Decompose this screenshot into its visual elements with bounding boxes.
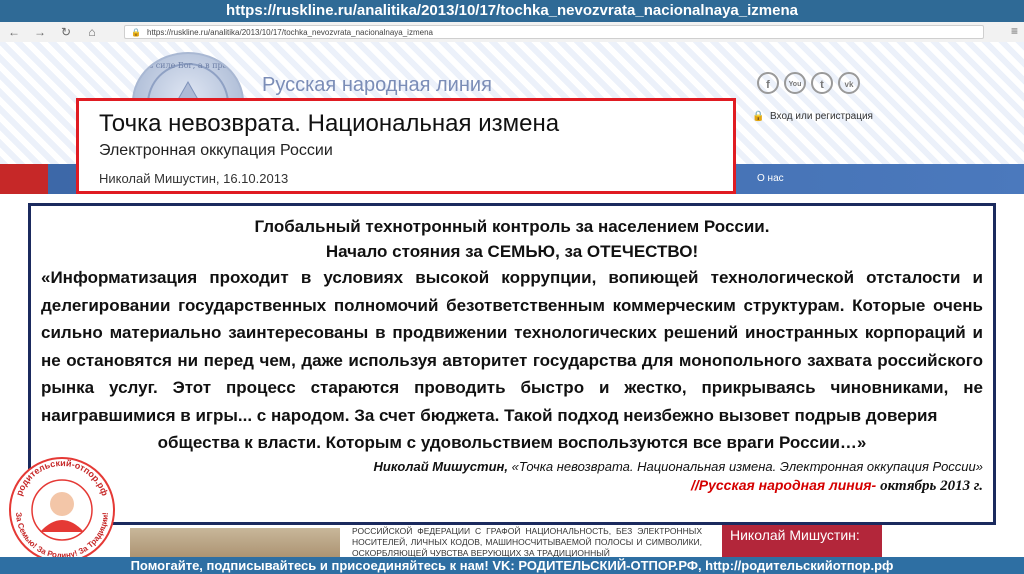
twitter-icon[interactable]: t [811,72,833,94]
citation-work: «Точка невозврата. Национальная измена. … [508,459,983,474]
article-title: Точка невозврата. Национальная измена [99,110,560,137]
bottom-banner[interactable]: Помогайте, подписывайтесь и присоединяйт… [0,557,1024,574]
vk-icon[interactable]: vk [838,72,860,94]
quote-box: Глобальный технотронный контроль за насе… [28,203,996,525]
arrow-left-icon[interactable]: ← [6,24,22,40]
arrow-right-icon[interactable]: → [32,24,48,40]
home-icon[interactable]: ⌂ [84,24,100,40]
headline-highlight-box: Точка невозврата. Национальная измена Эл… [76,98,736,194]
quote-citation: Николай Мишустин, «Точка невозврата. Нац… [41,458,983,476]
menu-icon[interactable]: ≡ [1011,24,1018,38]
quote-source: //Русская народная линия- октябрь 2013 г… [41,476,983,495]
site-title[interactable]: Русская народная линия [262,73,492,97]
nav-item-about[interactable]: О нас [757,172,784,186]
stamp-logo: родительский-отпор.рф За Семью! За Родин… [9,457,115,563]
quote-tail: общества к власти. Которым с удовольстви… [157,433,867,452]
top-url-banner: https://ruskline.ru/analitika/2013/10/17… [0,0,1024,22]
article-subtitle: Электронная оккупация России [99,142,333,159]
source-name: //Русская народная линия- [690,477,881,493]
lock-icon: 🔒 [752,111,765,122]
quote-body: «Информатизация проходит в условиях высо… [41,268,983,425]
quote-heading-1: Глобальный технотронный контроль за насе… [254,217,770,236]
quote-heading-2: Начало стояния за СЕМЬЮ, за ОТЕЧЕСТВО! [325,242,699,261]
login-link[interactable]: 🔒 Вход или регистрация [752,110,873,124]
citation-author: Николай Мишустин, [373,459,508,474]
lock-icon: 🔒 [131,28,141,37]
address-bar[interactable]: 🔒 https://ruskline.ru/analitika/2013/10/… [124,25,984,39]
article-byline: Николай Мишустин, 16.10.2013 [99,171,289,186]
facebook-icon[interactable]: f [757,72,779,94]
login-label: Вход или регистрация [770,111,873,122]
reload-icon[interactable]: ↻ [58,24,74,40]
youtube-icon[interactable]: You [784,72,806,94]
address-text: https://ruskline.ru/analitika/2013/10/17… [147,28,433,37]
browser-toolbar: ← → ↻ ⌂ 🔒 https://ruskline.ru/analitika/… [0,22,1024,43]
source-date: октябрь 2013 г. [880,478,983,494]
